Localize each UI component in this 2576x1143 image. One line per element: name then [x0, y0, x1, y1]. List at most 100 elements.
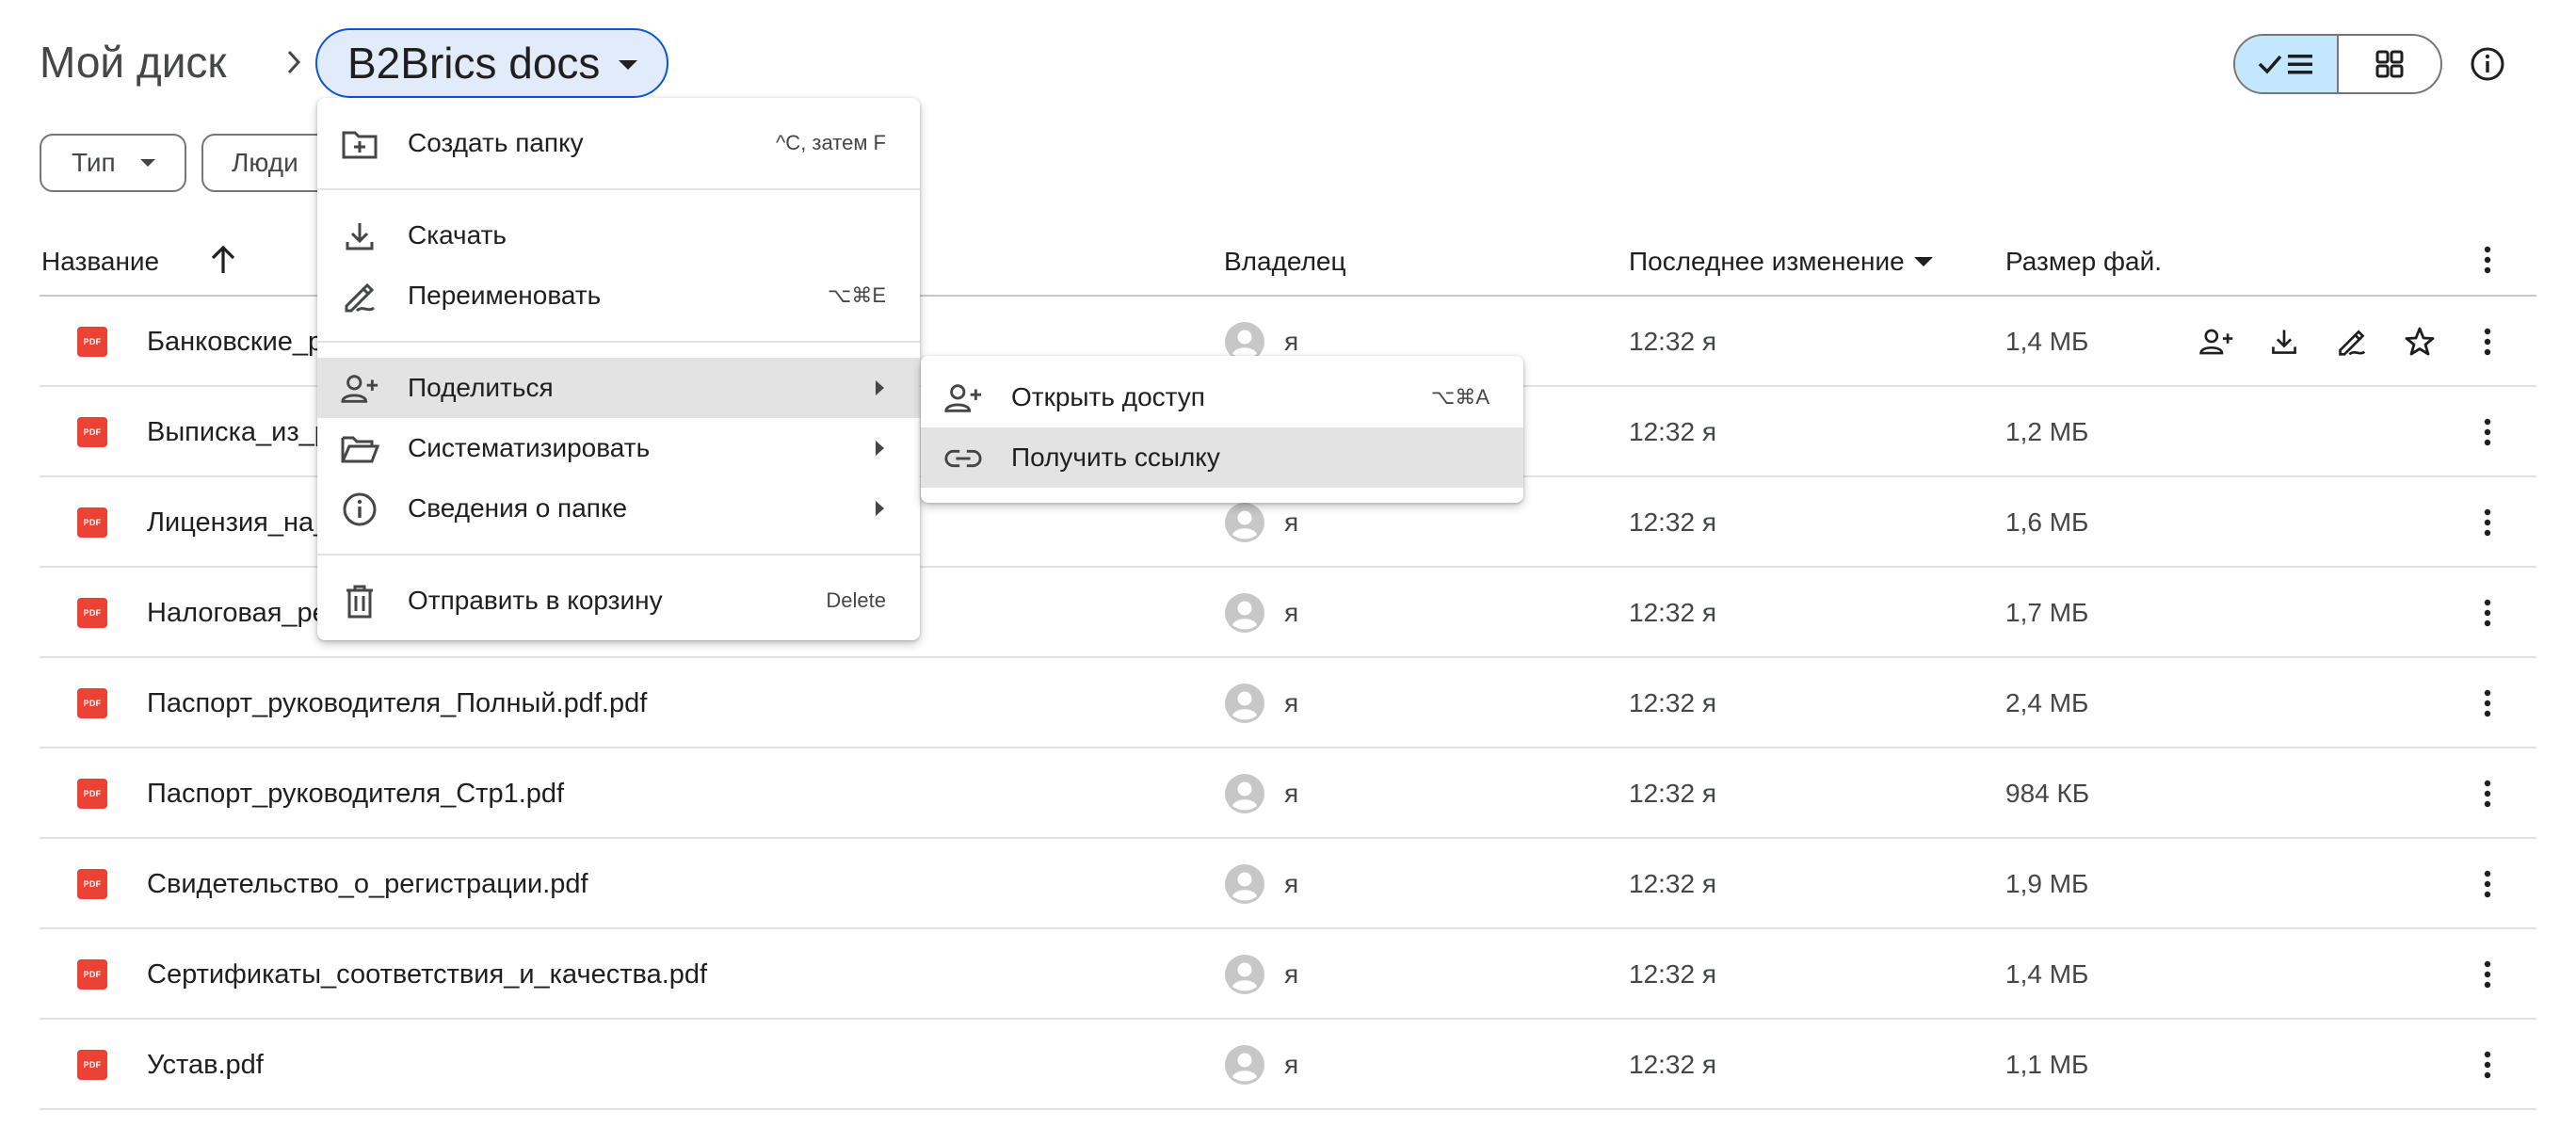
file-name: Лицензия_на_ — [147, 507, 330, 538]
pdf-file-icon: PDF — [77, 869, 107, 899]
menu-item-download[interactable]: Скачать — [317, 205, 920, 266]
row-more-actions-button[interactable] — [2467, 863, 2508, 905]
more-vert-icon — [2484, 780, 2491, 808]
share-button[interactable] — [2194, 319, 2239, 364]
download-icon — [340, 217, 379, 256]
row-more-actions-button[interactable] — [2467, 592, 2508, 634]
menu-item-organize[interactable]: Систематизировать — [317, 418, 920, 478]
file-owner: я — [1284, 869, 1299, 898]
filter-chip-label: Люди — [232, 148, 298, 177]
file-name: Выписка_из_р — [147, 417, 330, 447]
check-list-icon — [2258, 55, 2312, 74]
grid-view-button[interactable] — [2339, 36, 2440, 92]
star-button[interactable] — [2397, 319, 2442, 364]
row-more-actions-button[interactable] — [2467, 411, 2508, 453]
download-button[interactable] — [2262, 319, 2307, 364]
trash-icon — [340, 582, 379, 621]
owner-avatar-icon — [1225, 1045, 1264, 1085]
more-vert-icon — [2484, 246, 2491, 274]
menu-divider — [317, 554, 920, 555]
file-owner: я — [1284, 598, 1299, 627]
folder-open-icon — [340, 429, 379, 469]
file-modified: 12:32 я — [1629, 688, 1717, 717]
file-name: Паспорт_руководителя_Стр1.pdf — [147, 779, 565, 809]
pdf-file-icon: PDF — [77, 327, 107, 357]
file-row[interactable]: PDF Свидетельство_о_регистрации.pdf я 12… — [40, 839, 2536, 929]
file-row[interactable]: PDF Паспорт_руководителя_Стр1.pdf я 12:3… — [40, 749, 2536, 839]
file-row[interactable]: PDF Паспорт_руководителя_Полный.pdf.pdf … — [40, 658, 2536, 749]
menu-item-share-access[interactable]: Открыть доступ ⌥⌘A — [921, 367, 1523, 427]
caret-down-icon — [139, 159, 155, 167]
person-add-icon — [2199, 329, 2233, 355]
file-owner: я — [1284, 1050, 1299, 1079]
row-more-actions-button[interactable] — [2467, 1044, 2508, 1086]
info-icon — [340, 490, 379, 529]
filter-chip-type[interactable]: Тип — [40, 134, 186, 192]
owner-avatar-icon — [1225, 774, 1264, 813]
owner-avatar-icon — [1225, 955, 1264, 994]
row-more-actions-button[interactable] — [2467, 321, 2508, 362]
create-folder-icon — [340, 124, 379, 164]
file-size: 1,2 МБ — [2005, 417, 2089, 446]
submenu-arrow-icon — [876, 380, 884, 395]
folder-title: B2Brics docs — [347, 39, 601, 88]
share-submenu: Открыть доступ ⌥⌘A Получить ссылку — [921, 356, 1523, 503]
file-size: 984 КБ — [2005, 779, 2090, 808]
more-vert-icon — [2484, 508, 2491, 537]
column-header-size[interactable]: Размер фай. — [2005, 243, 2162, 281]
file-name: Сертификаты_соответствия_и_качества.pdf — [147, 959, 708, 990]
more-vert-icon — [2484, 870, 2491, 898]
menu-item-new-folder[interactable]: Создать папку ^C, затем F — [317, 113, 920, 173]
file-modified: 12:32 я — [1629, 327, 1717, 356]
file-owner: я — [1284, 959, 1299, 989]
column-header-owner[interactable]: Владелец — [1224, 243, 1346, 281]
row-quick-actions — [2194, 319, 2442, 364]
person-add-icon — [340, 369, 379, 409]
pdf-file-icon: PDF — [77, 507, 107, 538]
chevron-right-icon — [287, 50, 301, 74]
file-size: 2,4 МБ — [2005, 688, 2089, 717]
caret-down-icon — [1913, 257, 1933, 266]
row-more-actions-button[interactable] — [2467, 683, 2508, 724]
menu-item-share[interactable]: Поделиться — [317, 358, 920, 418]
file-size: 1,6 МБ — [2005, 507, 2089, 537]
menu-item-folder-info[interactable]: Сведения о папке — [317, 478, 920, 539]
more-vert-icon — [2484, 1051, 2491, 1079]
row-more-actions-button[interactable] — [2467, 954, 2508, 995]
row-more-actions-button[interactable] — [2467, 502, 2508, 543]
view-toggle — [2233, 34, 2442, 94]
list-view-button[interactable] — [2235, 36, 2339, 92]
details-button[interactable] — [2465, 41, 2510, 87]
person-add-icon — [943, 378, 983, 418]
menu-divider — [317, 341, 920, 343]
row-more-actions-button[interactable] — [2467, 773, 2508, 814]
file-modified: 12:32 я — [1629, 598, 1717, 627]
more-vert-icon — [2484, 960, 2491, 989]
file-row[interactable]: PDF Устав.pdf я 12:32 я 1,1 МБ — [40, 1020, 2536, 1110]
download-icon — [2272, 330, 2296, 354]
pdf-file-icon: PDF — [77, 417, 107, 447]
file-size: 1,1 МБ — [2005, 1050, 2089, 1079]
rename-icon — [340, 277, 379, 316]
breadcrumb-root[interactable]: Мой диск — [40, 36, 227, 89]
file-modified: 12:32 я — [1629, 507, 1717, 537]
sort-arrow-up-icon[interactable] — [207, 243, 239, 277]
more-vert-icon — [2484, 689, 2491, 717]
rename-button[interactable] — [2329, 319, 2375, 364]
menu-item-rename[interactable]: Переименовать ⌥⌘E — [317, 266, 920, 326]
caret-down-icon — [619, 60, 638, 70]
menu-divider — [317, 188, 920, 190]
column-settings-button[interactable] — [2467, 239, 2508, 281]
column-header-name[interactable]: Название — [41, 243, 159, 281]
column-header-modified[interactable]: Последнее изменение — [1629, 243, 1933, 281]
rename-icon — [2339, 330, 2366, 356]
file-name: Свидетельство_о_регистрации.pdf — [147, 869, 588, 899]
breadcrumb-current-folder[interactable]: B2Brics docs — [315, 28, 668, 98]
menu-item-get-link[interactable]: Получить ссылку — [921, 427, 1523, 488]
file-row[interactable]: PDF Сертификаты_соответствия_и_качества.… — [40, 929, 2536, 1020]
owner-avatar-icon — [1225, 593, 1264, 633]
file-name: Налоговая_ре — [147, 598, 328, 628]
file-owner: я — [1284, 688, 1299, 717]
menu-item-trash[interactable]: Отправить в корзину Delete — [317, 571, 920, 631]
submenu-arrow-icon — [876, 441, 884, 456]
